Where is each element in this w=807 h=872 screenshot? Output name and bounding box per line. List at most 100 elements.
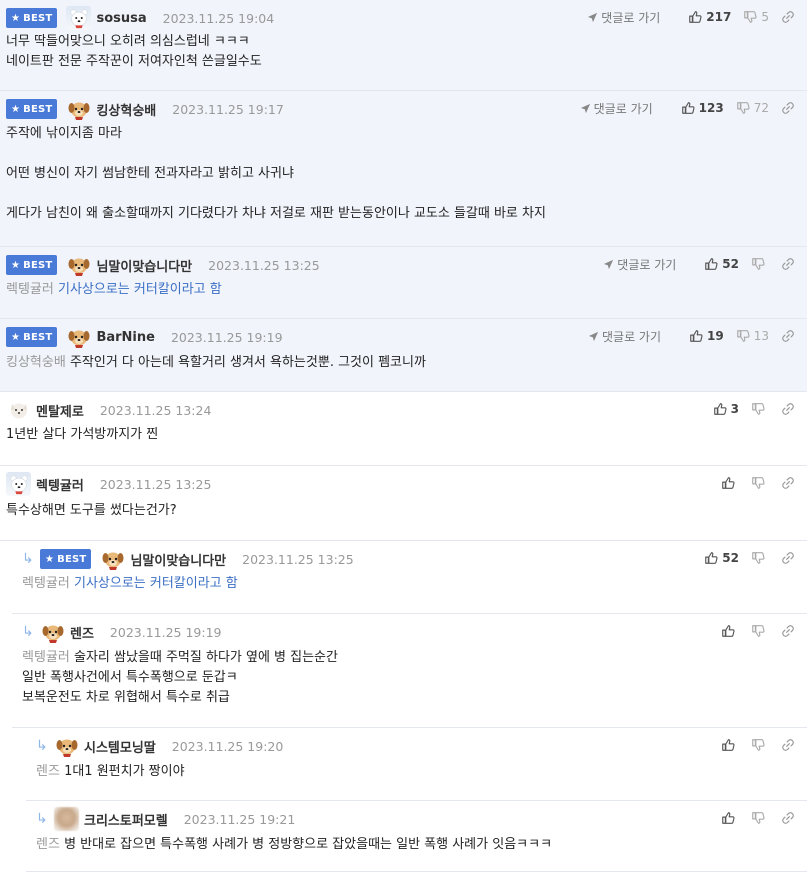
comment-link-text[interactable]: 기사상으로는 커터칼이라고 함	[74, 576, 238, 591]
nickname[interactable]: 시스템모닝딸	[84, 737, 156, 756]
comment-link-text[interactable]: 기사상으로는 커터칼이라고 함	[58, 282, 222, 297]
link-icon	[781, 101, 795, 115]
upvote-button[interactable]: 52	[704, 551, 739, 565]
avatar[interactable]	[66, 253, 91, 277]
permalink-button[interactable]	[781, 101, 799, 115]
link-icon	[781, 257, 795, 271]
best-label: BEST	[23, 12, 53, 24]
nickname[interactable]: BarNine	[96, 330, 155, 345]
comment-line: 렉텡귤러 술자리 쌈났을때 주먹질 하다가 옆에 병 집는순간	[22, 648, 338, 668]
mention-nickname[interactable]: 킹상혁숭배	[6, 355, 66, 370]
comment-line: 네이트판 전문 주작꾼이 저여자인척 쓴글일수도	[6, 54, 262, 69]
star-icon: ★	[11, 103, 21, 115]
goto-comment-link[interactable]: 댓글로 가기	[580, 100, 653, 117]
mention-nickname[interactable]: 렉텡귤러	[6, 282, 54, 297]
nickname[interactable]: 킹상혁숭배	[96, 100, 156, 119]
comment-line: 특수상해면 도구를 썼다는건가?	[6, 501, 177, 521]
avatar[interactable]	[66, 97, 91, 121]
downvote-button[interactable]	[751, 257, 769, 271]
upvote-button[interactable]	[721, 476, 739, 490]
comment-item: ↳ 크리스토퍼모렐 2023.11.25 19:21 렌즈 병 반대로 잡으면 특수폭…	[26, 801, 807, 872]
mention-nickname[interactable]: 렉텡귤러	[22, 650, 70, 665]
thumbs-down-icon	[751, 624, 765, 638]
comment-body: 너무 딱들어맞으니 오히려 의심스럽네 ㅋㅋㅋ 네이트판 전문 주작꾼이 저여자인…	[6, 32, 262, 72]
timestamp: 2023.11.25 13:25	[99, 476, 212, 492]
dog-icon	[55, 734, 79, 758]
upvote-button[interactable]: 217	[688, 10, 731, 24]
goto-comment-link[interactable]: 댓글로 가기	[588, 328, 661, 345]
upvote-button[interactable]	[721, 624, 739, 638]
best-label: BEST	[57, 553, 87, 565]
avatar[interactable]	[66, 325, 91, 349]
permalink-button[interactable]	[781, 738, 799, 752]
link-icon	[781, 738, 795, 752]
downvote-button[interactable]: 13	[736, 329, 769, 343]
permalink-button[interactable]	[781, 257, 799, 271]
avatar[interactable]	[100, 547, 125, 571]
permalink-button[interactable]	[781, 329, 799, 343]
thumbs-up-icon	[689, 329, 703, 343]
permalink-button[interactable]	[781, 476, 799, 490]
upvote-button[interactable]: 52	[704, 257, 739, 271]
mention-nickname[interactable]: 렌즈	[36, 764, 60, 779]
upvote-button[interactable]	[721, 811, 739, 825]
mention-nickname[interactable]: 렉텡귤러	[22, 576, 70, 591]
comment-line: 너무 딱들어맞으니 오히려 의심스럽네 ㅋㅋㅋ	[6, 34, 250, 49]
comment-body: 렉텡귤러 술자리 쌈났을때 주먹질 하다가 옆에 병 집는순간 일반 폭행사건에서…	[22, 648, 338, 708]
mention-nickname[interactable]: 렌즈	[36, 837, 60, 852]
downvote-button[interactable]: 5	[743, 10, 769, 24]
permalink-button[interactable]	[781, 551, 799, 565]
timestamp: 2023.11.25 19:20	[171, 738, 284, 754]
comment-body: 렌즈 병 반대로 잡으면 특수폭행 사례가 병 정방향으로 잡았을때는 일반 폭…	[36, 835, 552, 855]
best-label: BEST	[23, 259, 53, 271]
permalink-button[interactable]	[781, 624, 799, 638]
nickname[interactable]: 님말이맞습니다만	[130, 550, 226, 569]
nickname[interactable]: sosusa	[96, 11, 146, 26]
downvote-button[interactable]	[751, 402, 769, 416]
nickname[interactable]: 크리스토퍼모렐	[84, 810, 168, 829]
avatar[interactable]	[54, 807, 79, 831]
avatar[interactable]	[40, 620, 65, 644]
goto-label: 댓글로 가기	[617, 257, 677, 272]
downvote-button[interactable]	[751, 476, 769, 490]
upvote-button[interactable]: 123	[681, 101, 724, 115]
comment-actions: 댓글로 가기 217 5	[587, 8, 799, 26]
goto-comment-link[interactable]: 댓글로 가기	[603, 256, 676, 273]
link-icon	[781, 476, 795, 490]
avatar[interactable]	[6, 472, 31, 496]
permalink-button[interactable]	[781, 10, 799, 24]
comment-actions	[709, 736, 799, 754]
navigate-arrow-icon	[603, 259, 614, 270]
avatar[interactable]	[54, 734, 79, 758]
downvote-button[interactable]	[751, 551, 769, 565]
upvote-count: 3	[730, 402, 739, 416]
comment-header: 멘탈제로 2023.11.25 13:24	[6, 399, 211, 421]
thumbs-up-icon	[721, 476, 735, 490]
comment-item: 멘탈제로 2023.11.25 13:24 3 1년반 살다 가석방까지가 찐	[0, 392, 807, 466]
downvote-button[interactable]: 72	[736, 101, 769, 115]
comment-line	[6, 184, 546, 204]
downvote-button[interactable]	[751, 624, 769, 638]
comment-header: ★ BEST 킹상혁숭배 2023.11.25 19:17	[6, 98, 284, 120]
nickname[interactable]: 렉텡귤러	[36, 475, 84, 494]
comment-header: ↳ ★ BEST 님말이맞습니다만 2023.11.25 13:25	[22, 548, 354, 570]
upvote-count: 52	[722, 257, 739, 271]
avatar[interactable]	[6, 398, 31, 422]
permalink-button[interactable]	[781, 402, 799, 416]
upvote-button[interactable]: 3	[713, 402, 739, 416]
upvote-button[interactable]: 19	[689, 329, 724, 343]
upvote-button[interactable]	[721, 738, 739, 752]
goto-label: 댓글로 가기	[601, 10, 661, 25]
permalink-button[interactable]	[781, 811, 799, 825]
nickname[interactable]: 멘탈제로	[36, 401, 84, 420]
downvote-button[interactable]	[751, 738, 769, 752]
comment-list: ★ BEST sosusa 2023.11.25 19:04 댓글로 가기 217 5 너무 …	[0, 0, 807, 872]
downvote-button[interactable]	[751, 811, 769, 825]
nickname[interactable]: 렌즈	[70, 623, 94, 642]
thumbs-up-icon	[681, 101, 695, 115]
avatar[interactable]	[66, 6, 92, 30]
nickname[interactable]: 님말이맞습니다만	[96, 256, 192, 275]
goto-comment-link[interactable]: 댓글로 가기	[587, 9, 660, 26]
timestamp: 2023.11.25 19:21	[183, 811, 296, 827]
comment-line: 렉텡귤러 기사상으로는 커터칼이라고 함	[22, 574, 238, 594]
